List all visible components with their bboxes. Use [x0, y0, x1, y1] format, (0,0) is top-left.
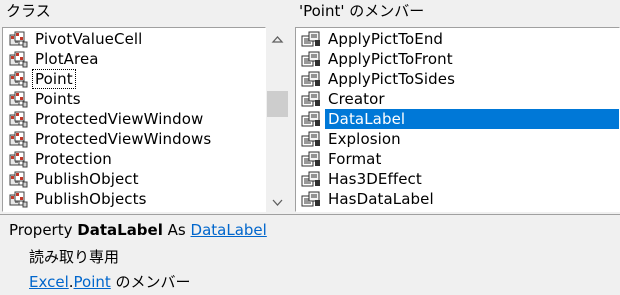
member-of-suffix: のメンバー: [115, 273, 191, 291]
class-list-item[interactable]: Points: [3, 89, 265, 109]
member-list-item[interactable]: Has3DEffect: [296, 169, 619, 189]
library-link[interactable]: Excel: [29, 273, 69, 291]
class-icon: [7, 111, 29, 128]
class-list[interactable]: PivotValueCell PlotArea Point Points Protect…: [2, 27, 266, 212]
property-icon: [300, 111, 322, 128]
access-note: 読み取り専用: [29, 248, 120, 266]
member-list-item[interactable]: ApplyPictToSides: [296, 69, 619, 89]
member-list-item[interactable]: Format: [296, 149, 619, 169]
member-list-item-label: Creator: [328, 90, 385, 108]
class-icon: [7, 191, 29, 208]
class-list-item-label: Protection: [35, 150, 112, 168]
property-icon: [300, 131, 322, 148]
class-icon: [7, 51, 29, 68]
members-pane: 'Point' のメンバー ApplyPictToEnd ApplyPictToF…: [293, 0, 620, 214]
class-list-item-label: PivotValueCell: [35, 30, 143, 48]
class-list-item[interactable]: Protection: [3, 149, 265, 169]
member-list-item[interactable]: HasDataLabel: [296, 189, 619, 209]
class-list-item-label: PlotArea: [35, 50, 99, 68]
class-list-item-label: ProtectedViewWindow: [35, 110, 204, 128]
class-icon: [7, 131, 29, 148]
return-type-link[interactable]: DataLabel: [191, 221, 267, 239]
member-list-item[interactable]: ApplyPictToFront: [296, 49, 619, 69]
property-icon: [300, 191, 322, 208]
member-name: DataLabel: [77, 221, 163, 239]
member-of-line: Excel.Point のメンバー: [29, 271, 191, 292]
member-list-item[interactable]: Explosion: [296, 129, 619, 149]
member-list-item-label: ApplyPictToFront: [328, 50, 453, 68]
scroll-thumb[interactable]: [267, 91, 288, 117]
class-list-item[interactable]: ProtectedViewWindows: [3, 129, 265, 149]
property-icon: [300, 91, 322, 108]
class-list-item[interactable]: ProtectedViewWindow: [3, 109, 265, 129]
class-list-item[interactable]: PlotArea: [3, 49, 265, 69]
class-list-item[interactable]: PublishObjects: [3, 189, 265, 209]
member-kind: Property: [9, 221, 73, 239]
member-list-item-label: ApplyPictToSides: [328, 70, 456, 88]
member-list-item-label: Format: [328, 150, 382, 168]
class-list-item-label: Point: [32, 69, 76, 89]
class-list-header: クラス: [0, 0, 289, 22]
scroll-up-arrow-icon[interactable]: [266, 29, 289, 49]
member-list-item[interactable]: Creator: [296, 89, 619, 109]
property-icon: [300, 51, 322, 68]
class-icon: [7, 71, 29, 88]
member-list-item-label: Has3DEffect: [328, 170, 422, 188]
class-list-item[interactable]: Point: [3, 69, 265, 89]
class-icon: [7, 151, 29, 168]
scroll-down-arrow-icon[interactable]: [266, 192, 289, 212]
member-list-item[interactable]: DataLabel: [296, 109, 619, 129]
class-link[interactable]: Point: [74, 273, 111, 291]
property-icon: [300, 171, 322, 188]
class-list-scrollbar[interactable]: [266, 27, 289, 212]
class-list-item[interactable]: PivotValueCell: [3, 29, 265, 49]
property-icon: [300, 71, 322, 88]
member-signature: Property DataLabel As DataLabel: [9, 221, 267, 239]
members-list-header: 'Point' のメンバー: [293, 0, 620, 22]
member-list-item-label: ApplyPictToEnd: [328, 30, 444, 48]
member-list-item[interactable]: ApplyPictToEnd: [296, 29, 619, 49]
class-list-item-label: PublishObject: [35, 170, 139, 188]
member-list-item-label: Explosion: [328, 130, 401, 148]
class-list-item-label: PublishObjects: [35, 190, 147, 208]
member-list-item-label: HasDataLabel: [328, 190, 434, 208]
class-icon: [7, 91, 29, 108]
class-pane: クラス PivotValueCell PlotArea Point Points Pro…: [0, 0, 289, 214]
as-keyword: As: [167, 221, 186, 239]
class-list-item-label: Points: [35, 90, 81, 108]
class-list-item[interactable]: PublishObject: [3, 169, 265, 189]
members-list[interactable]: ApplyPictToEnd ApplyPictToFront ApplyPictT…: [295, 27, 620, 212]
class-icon: [7, 31, 29, 48]
details-pane: Property DataLabel As DataLabel 読み取り専用 E…: [0, 214, 620, 295]
member-list-item-label: DataLabel: [325, 109, 619, 129]
class-icon: [7, 171, 29, 188]
property-icon: [300, 151, 322, 168]
property-icon: [300, 31, 322, 48]
class-list-item-label: ProtectedViewWindows: [35, 130, 212, 148]
